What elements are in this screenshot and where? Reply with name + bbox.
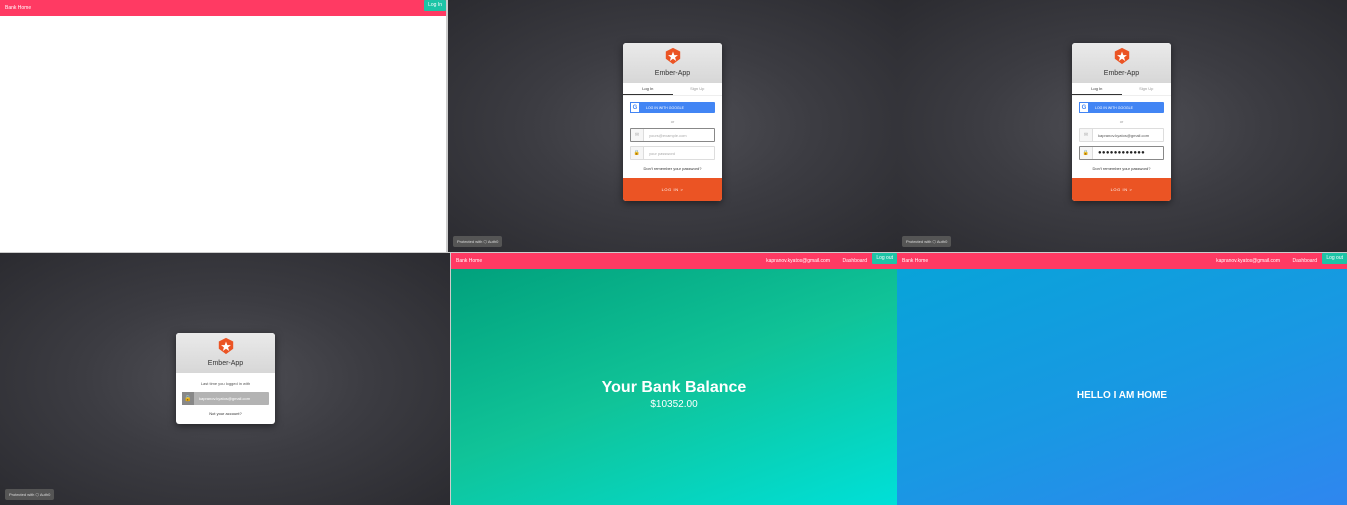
login-widget: Ember-App Log In Sign Up G LOG IN WITH G… (1072, 43, 1171, 201)
panel-balance: Bank Home kapranov.kyatos@gmail.com Dash… (451, 253, 897, 505)
login-widget: Ember-App Log In Sign Up G LOG IN WITH G… (623, 43, 722, 201)
logout-button[interactable]: Log out (1322, 253, 1347, 264)
email-value: kapranov.kyatos@gmail.com (1098, 132, 1150, 138)
protected-label: Protected with (9, 492, 35, 497)
balance-amount: $10352.00 (650, 399, 698, 410)
app-name: Ember-App (207, 360, 244, 367)
google-button-label: LOG IN WITH GOOGLE (646, 105, 684, 110)
auth0-logo-icon (1114, 47, 1129, 65)
envelope-icon: ✉ (631, 129, 644, 141)
widget-header: Ember-App (176, 333, 275, 373)
panel-last-login: Ember-App Last time you logged in with 🔒… (0, 253, 450, 505)
lock-icon: 🔒 (182, 392, 194, 405)
auth0-label: Auth0 (936, 239, 948, 244)
auth0-logo-icon (218, 337, 233, 355)
google-login-button[interactable]: G LOG IN WITH GOOGLE (630, 102, 715, 113)
tab-login[interactable]: Log In (1072, 83, 1122, 95)
email-field[interactable]: ✉ kapranov.kyatos@gmail.com (1079, 128, 1164, 142)
logout-button[interactable]: Log out (872, 253, 897, 264)
google-button-label: LOG IN WITH GOOGLE (1095, 105, 1133, 110)
google-login-button[interactable]: G LOG IN WITH GOOGLE (1079, 102, 1164, 113)
navbar: Bank Home kapranov.kyatos@gmail.com Dash… (451, 253, 897, 269)
last-account-button[interactable]: 🔒 kapranov.kyatos@gmail.com (182, 392, 269, 405)
panel-home-logged-in: Bank Home kapranov.kyatos@gmail.com Dash… (897, 253, 1347, 505)
tabs: Log In Sign Up (623, 83, 722, 96)
google-icon: G (630, 102, 640, 113)
brand-link[interactable]: Bank Home (456, 253, 482, 269)
panel-login-empty: Ember-App Log In Sign Up G LOG IN WITH G… (448, 0, 897, 252)
dashboard-link[interactable]: Dashboard (843, 253, 867, 269)
protected-label: Protected with (457, 239, 483, 244)
brand-link[interactable]: Bank Home (902, 253, 928, 269)
app-name: Ember-App (1103, 70, 1140, 77)
home-title: HELLO I AM HOME (1076, 390, 1168, 401)
or-divider: or (1119, 119, 1124, 124)
tabs: Log In Sign Up (1072, 83, 1171, 96)
auth0-badge-icon: ⬡ (35, 492, 39, 497)
protected-badge[interactable]: Protected with ⬡ Auth0 (902, 236, 952, 247)
app-name: Ember-App (654, 70, 691, 77)
login-widget: Ember-App Last time you logged in with 🔒… (176, 333, 275, 424)
forgot-password-link[interactable]: Don't remember your password? (1072, 166, 1171, 171)
or-divider: or (670, 119, 675, 124)
auth0-label: Auth0 (487, 239, 499, 244)
login-button[interactable]: Log In (424, 0, 446, 11)
auth0-badge-icon: ⬡ (932, 239, 936, 244)
navbar: Bank Home kapranov.kyatos@gmail.com Dash… (897, 253, 1347, 269)
password-value: ●●●●●●●●●●●● (1098, 150, 1146, 156)
brand-link[interactable]: Bank Home (5, 0, 31, 16)
lock-icon: 🔒 (631, 147, 644, 159)
email-placeholder: yours@example.com (649, 132, 687, 138)
tab-signup[interactable]: Sign Up (1122, 83, 1172, 95)
google-icon: G (1079, 102, 1089, 113)
forgot-password-link[interactable]: Don't remember your password? (623, 166, 722, 171)
envelope-icon: ✉ (1080, 129, 1093, 141)
login-submit-button[interactable]: LOG IN > (1072, 178, 1171, 201)
widget-header: Ember-App (1072, 43, 1171, 83)
widget-header: Ember-App (623, 43, 722, 83)
user-email: kapranov.kyatos@gmail.com (1216, 258, 1280, 264)
auth0-label: Auth0 (39, 492, 51, 497)
tab-login[interactable]: Log In (623, 83, 673, 95)
email-field[interactable]: ✉ yours@example.com (630, 128, 715, 142)
dashboard-link[interactable]: Dashboard (1293, 253, 1317, 269)
last-account-email: kapranov.kyatos@gmail.com (199, 396, 251, 401)
login-submit-button[interactable]: LOG IN > (623, 178, 722, 201)
navbar: Bank Home Log In (0, 0, 446, 16)
panel-home-logged-out: Bank Home Log In (0, 0, 446, 252)
panel-login-filled: Ember-App Log In Sign Up G LOG IN WITH G… (897, 0, 1347, 252)
password-field[interactable]: 🔒 ●●●●●●●●●●●● (1079, 146, 1164, 160)
auth0-logo-icon (665, 47, 680, 65)
lock-icon: 🔒 (1080, 147, 1093, 159)
balance-title: Your Bank Balance (601, 379, 747, 396)
protected-badge[interactable]: Protected with ⬡ Auth0 (453, 236, 503, 247)
password-field[interactable]: 🔒 your password (630, 146, 715, 160)
not-your-account-link[interactable]: Not your account? (176, 411, 275, 416)
last-login-text: Last time you logged in with (200, 381, 251, 386)
auth0-badge-icon: ⬡ (483, 239, 487, 244)
protected-badge[interactable]: Protected with ⬡ Auth0 (5, 489, 55, 500)
user-email: kapranov.kyatos@gmail.com (766, 258, 830, 264)
protected-label: Protected with (906, 239, 932, 244)
tab-signup[interactable]: Sign Up (673, 83, 723, 95)
password-placeholder: your password (649, 150, 676, 156)
